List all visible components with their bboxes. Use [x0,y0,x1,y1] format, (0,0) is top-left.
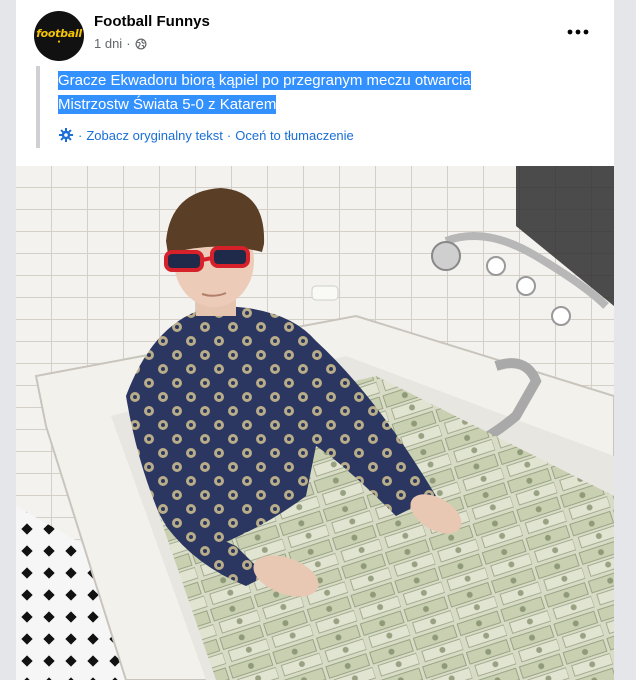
post-meta: 1 dni · [94,36,147,51]
translated-post-text: Gracze Ekwadoru biorą kąpiel po przegran… [36,66,576,148]
post-image [16,166,614,680]
rate-translation-link[interactable]: Oceń to tłumaczenie [235,128,354,143]
post-text-line-2: Mistrzostw Świata 5-0 z Katarem [58,95,277,114]
see-original-link[interactable]: Zobacz oryginalny tekst [86,128,223,143]
page-name[interactable]: Football Funnys [94,13,210,30]
gear-icon [59,128,73,142]
post-text: Gracze Ekwadoru biorą kąpiel po przegran… [58,69,576,117]
post-time[interactable]: 1 dni [94,36,122,51]
globe-icon[interactable] [135,38,147,50]
post-header: football ● Football Funnys 1 dni · [16,0,614,70]
post-text-line-1: Gracze Ekwadoru biorą kąpiel po przegran… [58,71,471,90]
separator: · [78,127,83,143]
avatar-logo-text: football [36,26,82,40]
post-card: football ● Football Funnys 1 dni · Gracz… [16,0,614,680]
post-photo[interactable] [16,166,614,680]
avatar-logo-sub: ● [57,38,61,45]
more-icon [567,29,589,35]
avatar[interactable]: football ● [34,11,84,61]
translation-controls: · Zobacz oryginalny tekst · Oceń to tłum… [58,127,576,143]
meta-separator: · [126,36,131,51]
more-options-button[interactable] [564,18,592,46]
separator: · [226,127,232,143]
